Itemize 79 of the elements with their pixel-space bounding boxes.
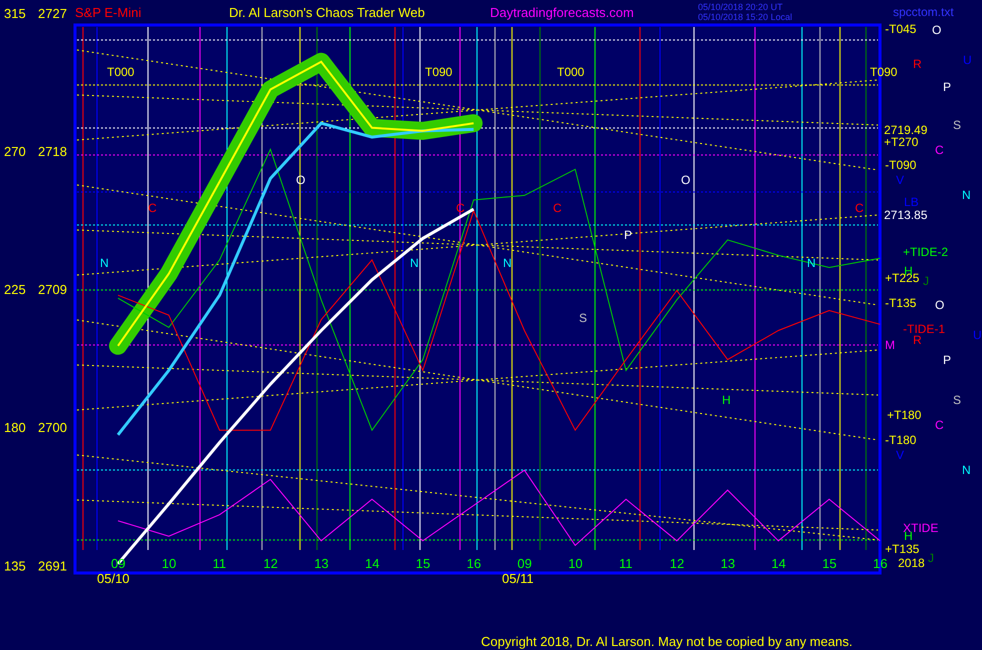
chart-label: N <box>962 463 971 477</box>
chart-label: N <box>962 188 971 202</box>
chart-label: O <box>935 298 944 312</box>
chart-label: S <box>953 118 962 132</box>
chart-label: M <box>885 338 895 352</box>
chart-label: C <box>553 201 562 215</box>
axis-label: 225 <box>4 282 26 298</box>
chart-label: T090 <box>425 65 452 79</box>
axis-label: 2700 <box>38 420 67 436</box>
chart-label: P <box>943 353 952 367</box>
axis-label: 13 <box>720 556 736 571</box>
axis-label: 2691 <box>38 558 67 574</box>
chart-label: N <box>503 256 512 270</box>
chart-label: T000 <box>107 65 134 79</box>
chart-label: +T270 <box>884 135 918 149</box>
chart-label: R <box>913 57 922 71</box>
chart-label: 2713.85 <box>884 208 928 222</box>
chart-label: S <box>953 393 962 407</box>
chart-label: O <box>932 23 942 37</box>
date-label: 05/10 <box>97 571 130 586</box>
axis-label: 14 <box>365 556 380 571</box>
chart-label: -T135 <box>885 296 916 310</box>
axis-label: 15 <box>822 556 837 571</box>
chart-label: +T135 <box>885 542 920 556</box>
chart-label: +TIDE-2 <box>903 245 948 259</box>
chart-label: J <box>923 274 929 288</box>
page-title: Dr. Al Larson's Chaos Trader Web <box>229 5 425 20</box>
axis-label: 15 <box>416 556 430 571</box>
chart-label: R <box>913 333 922 347</box>
timestamp: 05/10/2018 20:20 UT <box>698 2 783 12</box>
chart-label: U <box>973 328 982 342</box>
chart-label: T000 <box>557 65 584 79</box>
chart-label: S <box>579 311 588 325</box>
axis-label: 315 <box>4 6 26 21</box>
chart-label: C <box>935 143 944 157</box>
file-name: spcctom.txt <box>893 5 954 19</box>
timestamp: 05/10/2018 15:20 Local <box>698 12 792 22</box>
axis-label: 135 <box>4 558 26 574</box>
chart-label: 2719.49 <box>884 123 928 137</box>
axis-label: 11 <box>619 556 632 571</box>
chart-label: P <box>624 228 632 242</box>
chart-label: O <box>681 173 690 187</box>
axis-label: 14 <box>771 556 786 571</box>
chart-label: +T180 <box>887 408 922 422</box>
date-label: 05/11 <box>502 571 534 586</box>
chart-label: C <box>148 201 157 215</box>
chart-label: 2018 <box>898 556 925 570</box>
chart-label: P <box>943 80 952 94</box>
axis-label: 2727 <box>38 6 67 21</box>
axis-label: 16 <box>466 556 482 571</box>
axis-label: 11 <box>212 556 226 571</box>
axis-label: 270 <box>4 144 26 159</box>
chart-label: U <box>963 53 972 67</box>
axis-label: 09 <box>111 556 126 571</box>
axis-label: 09 <box>517 556 532 571</box>
chart-label: -T045 <box>885 22 916 36</box>
axis-label: 2718 <box>38 144 67 159</box>
site-name: Daytradingforecasts.com <box>490 5 634 20</box>
axis-label: 10 <box>162 556 176 571</box>
axis-label: 12 <box>670 556 684 571</box>
chart-label: H <box>722 393 731 407</box>
chart-label: -T090 <box>885 158 916 172</box>
axis-label: 12 <box>263 556 278 571</box>
chart-label: C <box>935 418 944 432</box>
chart-label: N <box>410 256 419 270</box>
chart-label: J <box>928 551 934 565</box>
chart-label: V <box>896 173 904 187</box>
chart-label: V <box>896 448 904 462</box>
copyright-notice: Copyright 2018, Dr. Al Larson. May not be copied by any means. <box>481 634 852 649</box>
axis-label: 180 <box>4 420 26 436</box>
chart-label: N <box>100 256 109 270</box>
axis-label: 2709 <box>38 282 67 298</box>
chart-label: -TIDE-1 <box>903 322 945 336</box>
chart-label: LB <box>904 195 919 209</box>
chart-label: C <box>855 201 864 215</box>
symbol-title: S&P E-Mini <box>75 5 142 20</box>
axis-label: 13 <box>314 556 329 571</box>
axis-label: 10 <box>568 556 583 571</box>
chart-label: -T180 <box>885 433 916 447</box>
